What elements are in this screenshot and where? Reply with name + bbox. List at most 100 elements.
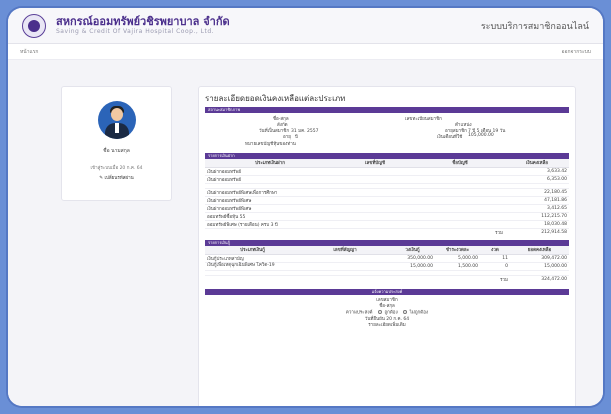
deposit-account bbox=[335, 220, 415, 229]
loan-col-contract: เลขที่สัญญา bbox=[300, 246, 390, 255]
radio-incorrect[interactable] bbox=[403, 310, 408, 314]
radio-correct-label: ถูกต้อง bbox=[384, 310, 398, 316]
loan-col-type: ประเภทเงินกู้ bbox=[205, 246, 300, 255]
radio-incorrect-label: ไม่ถูกต้อง bbox=[409, 310, 429, 316]
deposit-account bbox=[335, 175, 415, 184]
logout-link[interactable]: ออกจากระบบ bbox=[561, 48, 591, 56]
table-row: เงินกู้ประเภทสามัญ 350,000.00 5,000.00 1… bbox=[205, 254, 569, 263]
deposit-type: เงินฝากออมทรัพย์ bbox=[205, 175, 335, 184]
top-bar: สหกรณ์ออมทรัพย์วชิรพยาบาล จำกัด Saving &… bbox=[8, 8, 603, 44]
loan-total-label: รวม bbox=[500, 277, 508, 283]
system-title: ระบบบริการสมาชิกออนไลน์ bbox=[480, 21, 589, 32]
coop-logo-icon bbox=[22, 13, 46, 38]
deposit-type: เงินฝากออมทรัพย์พิเศษเพื่อการศึกษา bbox=[205, 188, 335, 197]
deposit-name bbox=[415, 188, 505, 197]
deposit-account bbox=[335, 212, 415, 221]
table-row: เงินฝากออมทรัพย์พิเศษ 47,181.86 bbox=[205, 196, 569, 205]
deposit-name bbox=[415, 196, 505, 205]
login-date: เข้าสู่ระบบเมื่อ 20 ก.ค. 64 bbox=[90, 166, 143, 171]
deposit-balance: 3,412.65 bbox=[505, 204, 569, 213]
deposit-balance: 3,633.42 bbox=[505, 167, 569, 176]
deposit-col-type: ประเภทเงินฝาก bbox=[205, 159, 335, 168]
deposit-type: ออมทรัพย์ซื้อหุ้น 55 bbox=[205, 212, 335, 221]
loan-col-period: งวด bbox=[480, 246, 510, 255]
deposit-name bbox=[415, 212, 505, 221]
loan-type: เงินกู้เพื่อเหตุฉุกเฉินพิเศษ โควิด-19 bbox=[205, 262, 300, 271]
table-row: ออมทรัพย์ซื้อหุ้น 55 112,215.70 bbox=[205, 212, 569, 221]
deposit-col-balance: เงินคงเหลือ bbox=[505, 159, 569, 168]
loan-table: ประเภทเงินกู้ เลขที่สัญญา วงเงินกู้ ชำระ… bbox=[205, 246, 569, 283]
loan-limit: 350,000.00 bbox=[390, 254, 435, 263]
loan-contract bbox=[300, 262, 390, 271]
page-title: รายละเอียดยอดเงินคงเหลือแต่ละประเภท bbox=[205, 94, 346, 103]
deposit-name bbox=[415, 175, 505, 184]
deposit-total-value: 212,914.58 bbox=[541, 229, 567, 235]
loan-contract bbox=[300, 254, 390, 263]
table-row: เงินฝากออมทรัพย์ 6,353.00 bbox=[205, 175, 569, 184]
deposit-col-name: ชื่อบัญชี bbox=[415, 159, 505, 168]
loan-col-balance: ยอดคงเหลือ bbox=[510, 246, 569, 255]
deposit-total-row: รวม 212,914.58 bbox=[205, 228, 569, 236]
loan-installment: 5,000.00 bbox=[435, 254, 480, 263]
request-wish-label: ความประสงค์ bbox=[345, 310, 373, 316]
loan-col-limit: วงเงินกู้ bbox=[390, 246, 435, 255]
loan-type: เงินกู้ประเภทสามัญ bbox=[205, 254, 300, 263]
main-content: ชื่อ นามสกุล เข้าสู่ระบบเมื่อ 20 ก.ค. 64… bbox=[8, 60, 603, 406]
balance-panel: รายละเอียดยอดเงินคงเหลือแต่ละประเภท สถาน… bbox=[198, 86, 576, 406]
brand-block: สหกรณ์ออมทรัพย์วชิรพยาบาล จำกัด Saving &… bbox=[56, 14, 230, 36]
table-row: เงินฝากออมทรัพย์พิเศษเพื่อการศึกษา 22,18… bbox=[205, 188, 569, 197]
salary-label: เงินเดือนที่ใช้ bbox=[437, 135, 463, 140]
salary-value: 105,000.00 bbox=[468, 133, 494, 138]
table-row: เงินกู้เพื่อเหตุฉุกเฉินพิเศษ โควิด-19 15… bbox=[205, 262, 569, 271]
account-label: หมายเลขบัญชีหุ้นของท่าน bbox=[245, 142, 296, 147]
change-password-link[interactable]: ✎ เปลี่ยนรหัสผ่าน bbox=[62, 174, 171, 181]
loan-period: 11 bbox=[480, 254, 510, 263]
table-row: เงินฝากออมทรัพย์พิเศษ 3,412.65 bbox=[205, 204, 569, 213]
request-more: รายละเอียดเพิ่มเติม bbox=[368, 322, 406, 328]
deposit-balance: 22,180.45 bbox=[505, 188, 569, 197]
profile-card: ชื่อ นามสกุล เข้าสู่ระบบเมื่อ 20 ก.ค. 64… bbox=[61, 86, 172, 201]
loan-total-value: 324,472.00 bbox=[541, 276, 567, 282]
deposit-type: เงินฝากออมทรัพย์พิเศษ bbox=[205, 204, 335, 213]
deposit-type: ออมทรัพย์พิเศษ (รายเดือน) ครบ 3 ปี bbox=[205, 220, 335, 229]
age-label: อายุ bbox=[283, 135, 291, 140]
loan-col-installment: ชำระงวดละ bbox=[435, 246, 480, 255]
request-date-value: 20 ก.ค. 64 bbox=[386, 316, 410, 322]
member-no-label: เลขทะเบียนสมาชิก bbox=[405, 117, 442, 122]
deposit-name bbox=[415, 204, 505, 213]
brand-english: Saving & Credit Of Vajira Hospital Coop.… bbox=[56, 27, 215, 35]
table-row: ออมทรัพย์พิเศษ (รายเดือน) ครบ 3 ปี 18,03… bbox=[205, 220, 569, 229]
loan-limit: 15,000.00 bbox=[390, 262, 435, 271]
age-value: ปี bbox=[295, 135, 298, 140]
deposit-account bbox=[335, 204, 415, 213]
member-name: ชื่อ นามสกุล bbox=[103, 148, 130, 154]
deposit-account bbox=[335, 196, 415, 205]
avatar bbox=[97, 101, 136, 139]
member-info: ชื่อ-สกุล สังกัด วันที่เป็นสมาชิก 31 มค.… bbox=[205, 113, 569, 153]
table-row: เงินฝากออมทรัพย์ 3,633.42 bbox=[205, 167, 569, 176]
deposit-table: ประเภทเงินฝาก เลขที่บัญชี ชื่อบัญชี เงิน… bbox=[205, 159, 569, 236]
loan-balance: 309,472.00 bbox=[510, 254, 569, 263]
home-link[interactable]: หน้าแรก bbox=[20, 48, 38, 56]
request-date-label: วันที่ยืนยัน bbox=[364, 316, 385, 322]
app-window: สหกรณ์ออมทรัพย์วชิรพยาบาล จำกัด Saving &… bbox=[8, 8, 603, 406]
deposit-col-account: เลขที่บัญชี bbox=[335, 159, 415, 168]
deposit-balance: 6,353.00 bbox=[505, 175, 569, 184]
deposit-account bbox=[335, 188, 415, 197]
loan-balance: 15,000.00 bbox=[510, 262, 569, 271]
deposit-balance: 112,215.70 bbox=[505, 212, 569, 221]
deposit-balance: 47,181.86 bbox=[505, 196, 569, 205]
deposit-type: เงินฝากออมทรัพย์พิเศษ bbox=[205, 196, 335, 205]
deposit-total-label: รวม bbox=[495, 230, 503, 236]
deposit-name bbox=[415, 220, 505, 229]
deposit-balance: 18,030.48 bbox=[505, 220, 569, 229]
brand-thai: สหกรณ์ออมทรัพย์วชิรพยาบาล จำกัด bbox=[56, 14, 230, 28]
loan-installment: 1,500.00 bbox=[435, 262, 480, 271]
loan-total-row: รวม 324,472.00 bbox=[205, 275, 569, 283]
deposit-name bbox=[415, 167, 505, 176]
loan-period: 0 bbox=[480, 262, 510, 271]
deposit-type: เงินฝากออมทรัพย์ bbox=[205, 167, 335, 176]
deposit-account bbox=[335, 167, 415, 176]
radio-correct[interactable] bbox=[378, 310, 382, 314]
nav-bar: หน้าแรก ออกจากระบบ bbox=[8, 44, 603, 60]
